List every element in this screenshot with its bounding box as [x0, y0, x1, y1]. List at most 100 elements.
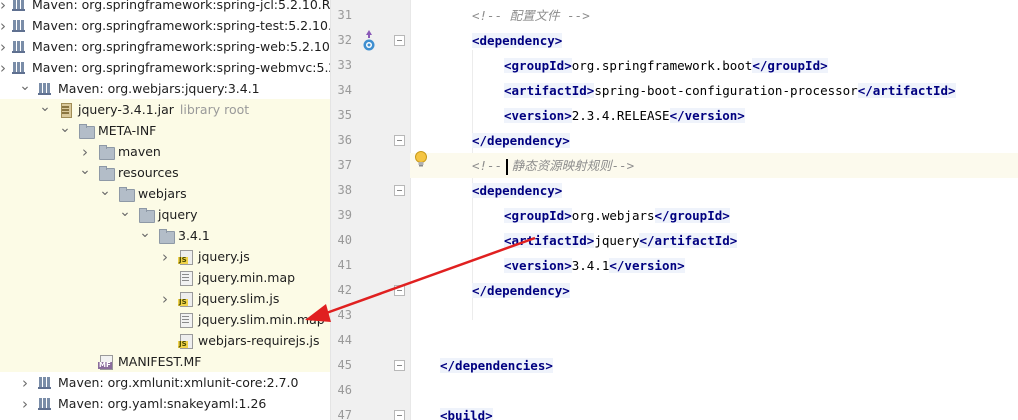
tree-item-label: Maven: org.springframework:spring-webmvc…: [32, 60, 330, 75]
chevron-down-icon[interactable]: ⌄: [58, 120, 72, 136]
map-file-icon: [178, 312, 194, 328]
code-line[interactable]: <build>: [410, 403, 1018, 420]
project-tree-panel: › Maven: org.springframework:spring-jcl:5…: [0, 0, 330, 420]
tree-item[interactable]: › Maven: org.xmlunit:xmlunit-core:2.7.0: [0, 372, 330, 393]
xml-tag: <dependency>: [472, 33, 563, 48]
chevron-down-icon[interactable]: ⌄: [38, 99, 52, 115]
tree-item[interactable]: › Maven: org.springframework:spring-jcl:5…: [0, 0, 330, 15]
line-number: 34: [337, 83, 352, 97]
xml-tag: <groupId>: [504, 58, 572, 73]
map-file-icon: [178, 270, 194, 286]
chevron-down-icon[interactable]: ⌄: [138, 225, 152, 241]
library-icon: [12, 18, 28, 33]
tree-item[interactable]: › Maven: org.yaml:snakeyaml:1.26: [0, 393, 330, 414]
tree-item-label: META-INF: [98, 123, 157, 138]
tree-item[interactable]: ⌄ jquery: [0, 204, 330, 225]
xml-text: 2.3.4.RELEASE: [571, 108, 670, 123]
xml-tag: </dependency>: [472, 283, 570, 298]
tree-item[interactable]: ›jquery.min.map: [0, 267, 330, 288]
code-line[interactable]: <version>3.4.1</version>: [410, 253, 1018, 278]
tree-item[interactable]: › jquery.slim.js: [0, 288, 330, 309]
tree-item[interactable]: ›MANIFEST.MF: [0, 351, 330, 372]
chevron-down-icon[interactable]: ⌄: [18, 78, 32, 94]
chevron-right-icon[interactable]: ›: [158, 248, 172, 266]
code-line[interactable]: <!-- 配置文件 -->: [410, 3, 1018, 28]
fold-toggle-icon[interactable]: [394, 135, 405, 146]
fold-toggle-icon[interactable]: [394, 410, 405, 420]
tree-item[interactable]: ⌄ 3.4.1: [0, 225, 330, 246]
chevron-right-icon[interactable]: ›: [0, 0, 6, 14]
chevron-down-icon[interactable]: ⌄: [98, 183, 112, 199]
line-number: 42: [337, 283, 352, 297]
chevron-right-icon[interactable]: ›: [0, 17, 6, 35]
code-line[interactable]: </dependencies>: [410, 353, 1018, 378]
js-file-icon: [178, 249, 194, 265]
code-line[interactable]: <artifactId>jquery</artifactId>: [410, 228, 1018, 253]
tree-item-label: 3.4.1: [178, 228, 210, 243]
code-line[interactable]: <artifactId>spring-boot-configuration-pr…: [410, 78, 1018, 103]
code-line[interactable]: <groupId>org.webjars</groupId>: [410, 203, 1018, 228]
package-icon: [138, 207, 155, 223]
tree-item-label: webjars: [138, 186, 187, 201]
code-line[interactable]: </dependency>: [410, 278, 1018, 303]
tree-item[interactable]: ⌄ META-INF: [0, 120, 330, 141]
line-number: 35: [337, 108, 352, 122]
chevron-right-icon[interactable]: ›: [78, 143, 92, 161]
xml-text: spring-boot-configuration-processor: [594, 83, 858, 98]
tree-item-label: webjars-requirejs.js: [198, 333, 320, 348]
tree-item[interactable]: ›webjars-requirejs.js: [0, 330, 330, 351]
tree-item[interactable]: › Maven: org.springframework:spring-web:5…: [0, 36, 330, 57]
tree-item-label: MANIFEST.MF: [118, 354, 202, 369]
manifest-icon: [98, 354, 114, 370]
fold-toggle-icon[interactable]: [394, 35, 405, 46]
code-line[interactable]: <version>2.3.4.RELEASE</version>: [410, 103, 1018, 128]
fold-toggle-icon[interactable]: [394, 185, 405, 196]
tree-item[interactable]: ⌄ resources: [0, 162, 330, 183]
chevron-right-icon[interactable]: ›: [18, 374, 32, 392]
tree-item-label: jquery: [158, 207, 198, 222]
tree-item[interactable]: › jquery.js: [0, 246, 330, 267]
chevron-down-icon[interactable]: ⌄: [78, 162, 92, 178]
code-line[interactable]: [410, 328, 1018, 353]
code-line-current[interactable]: <!-- 静态资源映射规则-->: [410, 153, 1018, 178]
chevron-down-icon[interactable]: ⌄: [118, 204, 132, 220]
code-line[interactable]: <groupId>org.springframework.boot</group…: [410, 53, 1018, 78]
chevron-right-icon[interactable]: ›: [0, 59, 6, 77]
xml-tag: <version>: [504, 258, 572, 273]
chevron-right-icon[interactable]: ›: [0, 38, 6, 56]
tree-item[interactable]: › Maven: org.springframework:spring-webmv…: [0, 57, 330, 78]
xml-tag: <build>: [440, 408, 493, 420]
chevron-right-icon[interactable]: ›: [18, 395, 32, 413]
package-icon: [98, 165, 115, 181]
xml-tag: </version>: [609, 258, 685, 273]
code-line[interactable]: <dependency>: [410, 178, 1018, 203]
fold-toggle-icon[interactable]: [394, 360, 405, 371]
js-file-icon: [178, 291, 194, 307]
tree-item-label: Maven: org.yaml:snakeyaml:1.26: [58, 396, 267, 411]
chevron-right-icon[interactable]: ›: [158, 290, 172, 308]
tree-item[interactable]: › Maven: org.springframework:spring-test:…: [0, 15, 330, 36]
xml-tag: </dependency>: [472, 133, 570, 148]
tree-item[interactable]: › maven: [0, 141, 330, 162]
code-line[interactable]: [410, 378, 1018, 403]
tree-item[interactable]: ⌄ webjars: [0, 183, 330, 204]
tree-item-label: maven: [118, 144, 161, 159]
code-line[interactable]: <dependency>: [410, 28, 1018, 53]
package-icon: [78, 123, 95, 139]
tree-item[interactable]: ⌄ jquery-3.4.1.jar library root: [0, 99, 330, 120]
code-line[interactable]: [410, 303, 1018, 328]
override-marker-icon[interactable]: [361, 29, 377, 53]
code-line[interactable]: </dependency>: [410, 128, 1018, 153]
tree-item-label: jquery-3.4.1.jar: [78, 102, 174, 117]
lightbulb-icon[interactable]: [414, 150, 428, 168]
line-number: 41: [337, 258, 352, 272]
tree-item-label: Maven: org.springframework:spring-web:5.…: [32, 39, 330, 54]
line-number: 37: [337, 158, 352, 172]
tree-item[interactable]: ›jquery.slim.min.map: [0, 309, 330, 330]
library-icon: [38, 375, 54, 390]
fold-toggle-icon[interactable]: [394, 285, 405, 296]
tree-item[interactable]: ⌄ Maven: org.webjars:jquery:3.4.1: [0, 78, 330, 99]
xml-tag: <artifactId>: [504, 83, 595, 98]
xml-tag: </artifactId>: [857, 83, 956, 98]
package-icon: [98, 144, 115, 160]
